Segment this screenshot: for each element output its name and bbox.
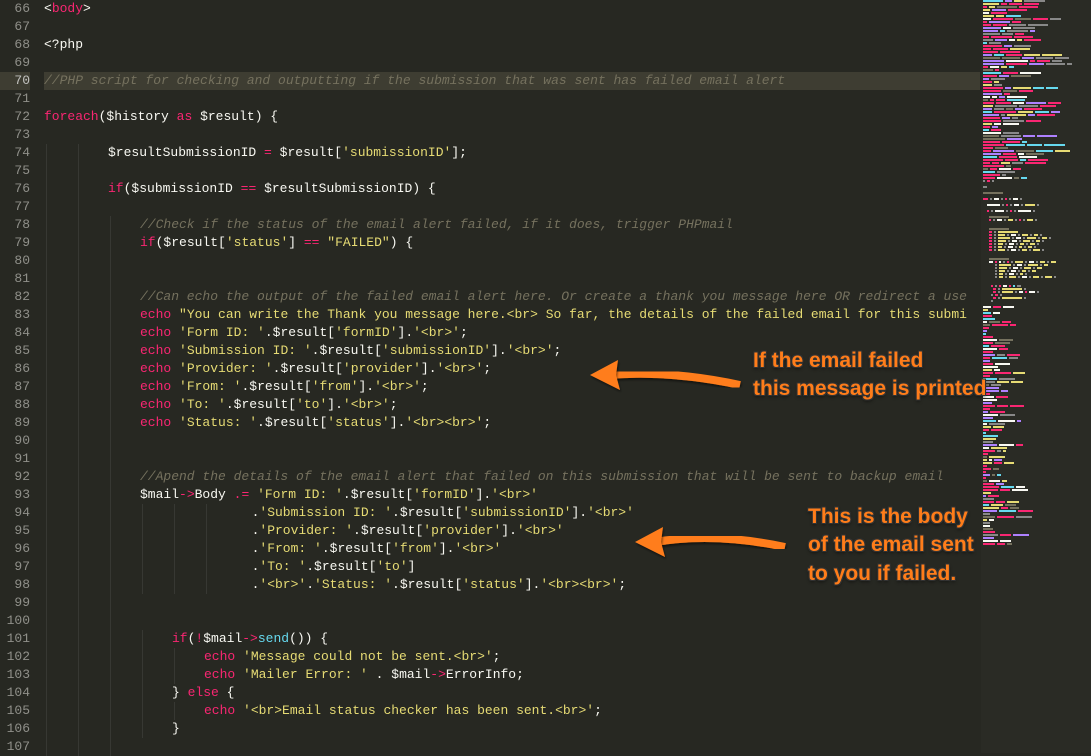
minimap[interactable] <box>981 0 1091 753</box>
line-number: 102 <box>0 648 30 666</box>
code-line[interactable]: $resultSubmissionID = $result['submissio… <box>44 144 980 162</box>
line-number: 72 <box>0 108 30 126</box>
code-line[interactable]: //Can echo the output of the failed emai… <box>44 288 980 306</box>
code-line[interactable] <box>44 450 980 468</box>
line-number: 100 <box>0 612 30 630</box>
code-line[interactable]: echo 'Status: '.$result['status'].'<br><… <box>44 414 980 432</box>
code-line[interactable]: echo 'Form ID: '.$result['formID'].'<br>… <box>44 324 980 342</box>
code-line[interactable]: .'To: '.$result['to'] <box>44 558 980 576</box>
line-number: 68 <box>0 36 30 54</box>
code-line[interactable]: .'<br>'.'Status: '.$result['status'].'<b… <box>44 576 980 594</box>
line-number: 107 <box>0 738 30 756</box>
code-line[interactable]: foreach($history as $result) { <box>44 108 980 126</box>
code-line[interactable]: $mail->Body .= 'Form ID: '.$result['form… <box>44 486 980 504</box>
line-number: 81 <box>0 270 30 288</box>
code-line[interactable] <box>44 252 980 270</box>
code-line[interactable]: <body> <box>44 0 980 18</box>
line-number: 67 <box>0 18 30 36</box>
line-number: 94 <box>0 504 30 522</box>
code-area[interactable]: <body> <?php //PHP script for checking and… <box>40 0 980 753</box>
code-line[interactable] <box>44 18 980 36</box>
code-line[interactable]: echo 'Submission ID: '.$result['submissi… <box>44 342 980 360</box>
code-line[interactable]: .'Provider: '.$result['provider'].'<br>' <box>44 522 980 540</box>
line-number: 73 <box>0 126 30 144</box>
code-line[interactable]: echo '<br>Email status checker has been … <box>44 702 980 720</box>
line-number: 74 <box>0 144 30 162</box>
line-number: 80 <box>0 252 30 270</box>
line-number: 104 <box>0 684 30 702</box>
code-line[interactable] <box>44 126 980 144</box>
code-line[interactable] <box>44 270 980 288</box>
code-line[interactable]: } else { <box>44 684 980 702</box>
line-number: 95 <box>0 522 30 540</box>
code-line[interactable] <box>44 162 980 180</box>
line-number: 89 <box>0 414 30 432</box>
line-number: 70 <box>0 72 30 90</box>
code-line[interactable]: <?php <box>44 36 980 54</box>
line-number: 91 <box>0 450 30 468</box>
code-line[interactable] <box>44 54 980 72</box>
code-line[interactable]: //Check if the status of the email alert… <box>44 216 980 234</box>
line-number: 106 <box>0 720 30 738</box>
code-line[interactable]: //PHP script for checking and outputting… <box>44 72 980 90</box>
code-line[interactable]: echo 'Message could not be sent.<br>'; <box>44 648 980 666</box>
line-number: 98 <box>0 576 30 594</box>
line-number: 93 <box>0 486 30 504</box>
line-number-gutter: 6667686970717273747576777879808182838485… <box>0 0 40 753</box>
code-line[interactable]: echo "You can write the Thank you messag… <box>44 306 980 324</box>
line-number: 71 <box>0 90 30 108</box>
code-line[interactable]: if($result['status'] == "FAILED") { <box>44 234 980 252</box>
line-number: 96 <box>0 540 30 558</box>
code-line[interactable] <box>44 432 980 450</box>
line-number: 79 <box>0 234 30 252</box>
code-line[interactable] <box>44 738 980 756</box>
line-number: 83 <box>0 306 30 324</box>
line-number: 87 <box>0 378 30 396</box>
line-number: 105 <box>0 702 30 720</box>
line-number: 101 <box>0 630 30 648</box>
line-number: 97 <box>0 558 30 576</box>
line-number: 69 <box>0 54 30 72</box>
line-number: 85 <box>0 342 30 360</box>
code-line[interactable] <box>44 612 980 630</box>
line-number: 90 <box>0 432 30 450</box>
line-number: 66 <box>0 0 30 18</box>
code-line[interactable]: .'Submission ID: '.$result['submissionID… <box>44 504 980 522</box>
line-number: 103 <box>0 666 30 684</box>
code-line[interactable]: if($submissionID == $resultSubmissionID)… <box>44 180 980 198</box>
code-line[interactable]: echo 'From: '.$result['from'].'<br>'; <box>44 378 980 396</box>
code-line[interactable]: echo 'To: '.$result['to'].'<br>'; <box>44 396 980 414</box>
code-line[interactable]: } <box>44 720 980 738</box>
code-line[interactable]: echo 'Provider: '.$result['provider'].'<… <box>44 360 980 378</box>
line-number: 78 <box>0 216 30 234</box>
code-line[interactable]: //Apend the details of the email alert t… <box>44 468 980 486</box>
line-number: 76 <box>0 180 30 198</box>
code-editor[interactable]: 6667686970717273747576777879808182838485… <box>0 0 980 753</box>
code-line[interactable]: if(!$mail->send()) { <box>44 630 980 648</box>
line-number: 86 <box>0 360 30 378</box>
code-line[interactable] <box>44 594 980 612</box>
code-line[interactable] <box>44 198 980 216</box>
code-line[interactable]: echo 'Mailer Error: ' . $mail->ErrorInfo… <box>44 666 980 684</box>
line-number: 99 <box>0 594 30 612</box>
line-number: 82 <box>0 288 30 306</box>
line-number: 88 <box>0 396 30 414</box>
code-line[interactable]: .'From: '.$result['from'].'<br>' <box>44 540 980 558</box>
code-line[interactable] <box>44 90 980 108</box>
line-number: 77 <box>0 198 30 216</box>
line-number: 84 <box>0 324 30 342</box>
line-number: 75 <box>0 162 30 180</box>
line-number: 92 <box>0 468 30 486</box>
